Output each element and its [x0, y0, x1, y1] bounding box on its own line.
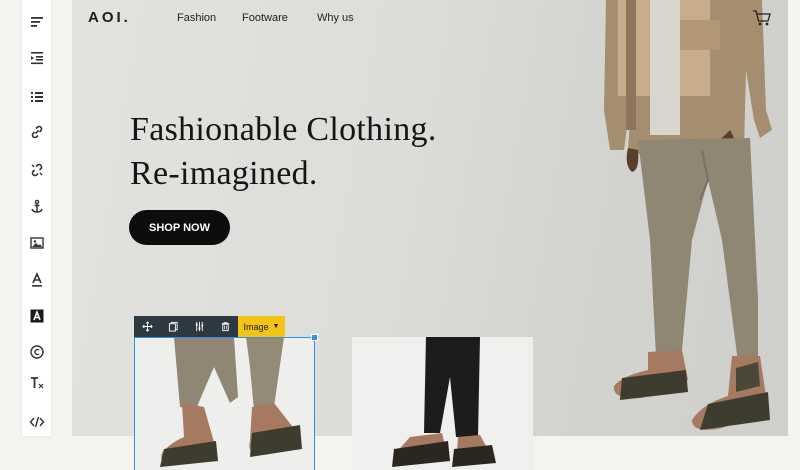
- model-image: [532, 0, 788, 436]
- headline-line-2: Re-imagined.: [130, 155, 318, 192]
- link-icon[interactable]: [22, 120, 51, 144]
- chevron-down-icon: ▼: [272, 323, 280, 330]
- nav-link-footware[interactable]: Footware: [242, 12, 288, 24]
- text-color-icon[interactable]: [22, 268, 51, 292]
- anchor-icon[interactable]: [22, 195, 51, 219]
- hero-headline: Fashionable Clothing. Re-imagined.: [130, 108, 437, 196]
- move-icon[interactable]: [134, 316, 160, 337]
- image-icon[interactable]: [22, 231, 51, 255]
- unlink-icon[interactable]: [22, 158, 51, 182]
- product-image-slides-black[interactable]: [352, 337, 533, 470]
- copyright-icon[interactable]: [22, 340, 51, 364]
- editor-sidebar: [22, 0, 51, 436]
- align-left-icon[interactable]: [22, 10, 51, 34]
- nav-link-why-us[interactable]: Why us: [317, 12, 354, 24]
- image-toolbar: Image ▼: [134, 316, 285, 337]
- resize-handle[interactable]: [311, 334, 318, 341]
- list-icon[interactable]: [22, 85, 51, 109]
- nav-link-fashion[interactable]: Fashion: [177, 12, 216, 24]
- product-image-sandals-tan[interactable]: [134, 337, 315, 470]
- text-background-icon[interactable]: [22, 304, 51, 328]
- element-type-label: Image: [243, 321, 269, 332]
- clear-format-icon[interactable]: [22, 371, 51, 395]
- adjust-icon[interactable]: [186, 316, 212, 337]
- indent-icon[interactable]: [22, 46, 51, 70]
- copy-icon[interactable]: [160, 316, 186, 337]
- headline-line-1: Fashionable Clothing.: [130, 111, 437, 148]
- cart-icon[interactable]: [752, 9, 772, 27]
- shop-now-button[interactable]: SHOP NOW: [129, 210, 230, 245]
- brand-logo[interactable]: AOI.: [88, 9, 131, 26]
- trash-icon[interactable]: [212, 316, 238, 337]
- element-type-dropdown[interactable]: Image ▼: [238, 316, 285, 337]
- code-icon[interactable]: [22, 410, 51, 434]
